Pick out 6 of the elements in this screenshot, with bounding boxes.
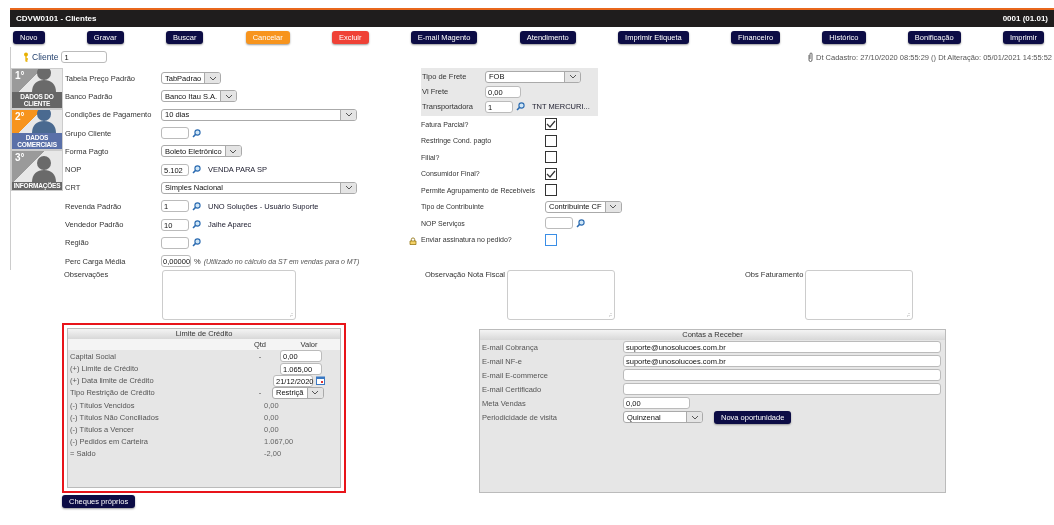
window-title: CDVW0101 - Clientes <box>16 14 97 23</box>
step-number: 2° <box>15 111 25 122</box>
company-code: 0001 (01.01) <box>1002 14 1048 23</box>
step-number: 1° <box>15 70 25 81</box>
step-number: 3° <box>15 152 25 163</box>
field-label: Cliente <box>32 52 59 62</box>
